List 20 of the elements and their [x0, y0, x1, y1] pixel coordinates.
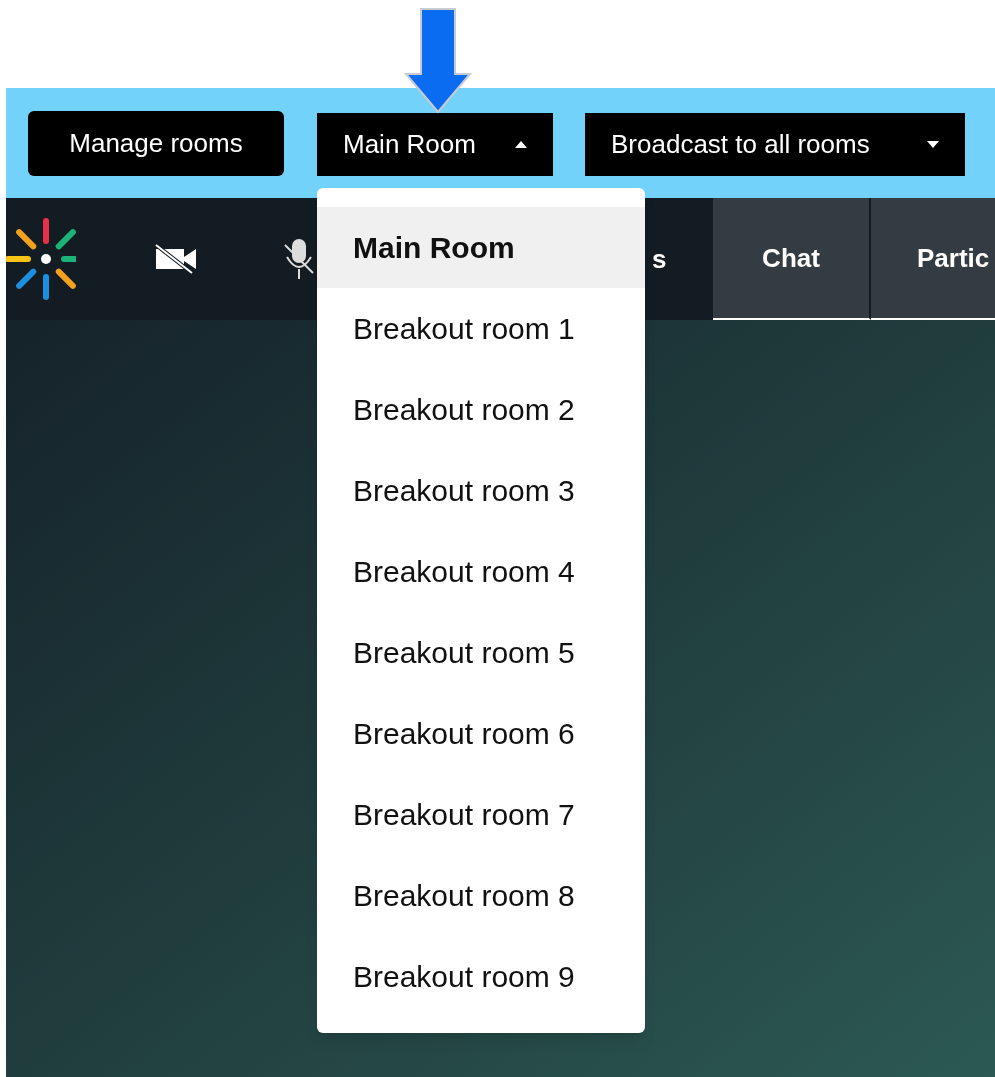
manage-rooms-button[interactable]: Manage rooms	[28, 110, 284, 176]
room-menu-item[interactable]: Breakout room 7	[317, 774, 645, 855]
room-menu-item[interactable]: Breakout room 9	[317, 936, 645, 1017]
room-menu-item[interactable]: Breakout room 6	[317, 693, 645, 774]
caret-icon	[927, 140, 939, 148]
room-menu-item[interactable]: Breakout room 8	[317, 855, 645, 936]
toolbar-label: s	[652, 242, 667, 276]
caret-icon	[515, 140, 527, 148]
panel-tab[interactable]: Chat	[713, 198, 871, 320]
room-menu-item[interactable]: Breakout room 3	[317, 450, 645, 531]
room-menu-item[interactable]: Breakout room 5	[317, 612, 645, 693]
room-dropdown-button[interactable]: Broadcast to all rooms	[585, 112, 965, 176]
room-menu-item[interactable]: Breakout room 1	[317, 288, 645, 369]
room-menu-item[interactable]: Breakout room 4	[317, 531, 645, 612]
panel-tab[interactable]: Partic	[871, 198, 995, 320]
camera-off-icon[interactable]	[154, 243, 198, 275]
room-dropdown-button[interactable]: Main Room	[317, 112, 553, 176]
room-menu-item[interactable]: Main Room	[317, 207, 645, 288]
microphone-off-icon[interactable]	[284, 237, 314, 281]
room-menu-item[interactable]: Breakout room 2	[317, 369, 645, 450]
